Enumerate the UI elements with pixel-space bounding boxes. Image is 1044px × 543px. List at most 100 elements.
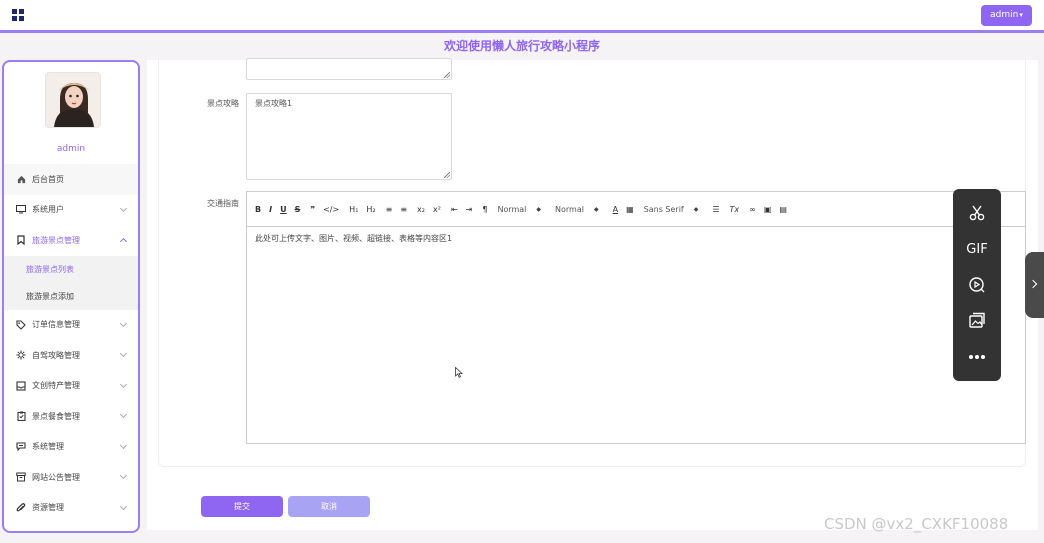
chevron-down-icon: [119, 349, 128, 358]
sun-icon: [16, 350, 26, 360]
cancel-button[interactable]: 取消: [288, 496, 370, 517]
menu-grid-icon[interactable]: [12, 9, 24, 21]
sidebar-item-driving-guides[interactable]: 自驾攻略管理: [4, 340, 138, 371]
watermark: CSDN @vx2_CXKF10088: [824, 515, 1009, 533]
sidebar-item-orders[interactable]: 订单信息管理: [4, 310, 138, 341]
sidebar-item-label: 景点餐食管理: [32, 411, 80, 421]
size-select[interactable]: Normal ◆: [497, 205, 541, 214]
archive-icon: [16, 472, 26, 482]
strike-button[interactable]: S: [295, 205, 301, 214]
inbox-icon: [16, 381, 26, 391]
ordered-list-icon[interactable]: ≡: [386, 205, 393, 214]
sidebar-nav: 后台首页 系统用户 旅游景点管理 旅游景点列表 旅游景点添加 订单信息管理 自驾…: [4, 164, 138, 523]
sidebar-subitem-label: 旅游景点添加: [26, 291, 74, 301]
side-expand-tab[interactable]: [1025, 252, 1044, 318]
sidebar-item-label: 自驾攻略管理: [32, 350, 80, 360]
size-select-value: Normal: [497, 204, 527, 214]
sidebar-item-label: 旅游景点管理: [32, 235, 80, 245]
sidebar-subitem-spot-list[interactable]: 旅游景点列表: [4, 255, 138, 283]
caret-down-icon: ▾: [1019, 11, 1023, 19]
rich-text-editor: B I U S ❞ </> H₁ H₂ ≡ ≡ x₂ x² ⇤ ⇥ ¶ Norm…: [246, 191, 1026, 444]
background-color-icon[interactable]: ▦: [626, 205, 634, 214]
chevron-down-icon: [119, 319, 128, 327]
subscript-button[interactable]: x₂: [417, 205, 425, 214]
tag-icon: [16, 320, 26, 330]
italic-button[interactable]: I: [269, 205, 272, 214]
long-screenshot-icon[interactable]: [953, 303, 1001, 339]
clean-format-button[interactable]: Tx: [730, 205, 740, 214]
sidebar-item-label: 文创特产管理: [32, 381, 80, 391]
submit-button[interactable]: 提交: [201, 496, 283, 517]
sidebar-item-system-admin[interactable]: 系统管理: [4, 432, 138, 463]
sidebar-item-home[interactable]: 后台首页: [4, 164, 138, 195]
top-bar: admin▾: [0, 0, 1044, 30]
font-select-value: Sans Serif: [643, 204, 684, 214]
chevron-up-icon: [119, 237, 128, 246]
sidebar-item-products[interactable]: 文创特产管理: [4, 371, 138, 402]
message-icon: [16, 442, 26, 452]
sidebar-item-announcements[interactable]: 网站公告管理: [4, 462, 138, 493]
chevron-down-icon: [119, 380, 128, 388]
resize-handle-icon[interactable]: [444, 172, 450, 178]
editor-placeholder: 此处可上传文字、图片、视频、超链接、表格等内容区1: [255, 234, 453, 243]
guide-label: 景点攻略: [207, 99, 239, 108]
scissors-icon[interactable]: [953, 195, 1001, 231]
sidebar-item-system-users[interactable]: 系统用户: [4, 195, 138, 226]
align-icon[interactable]: ☰: [712, 205, 719, 214]
chevron-down-icon: [119, 502, 128, 510]
image-icon[interactable]: ▣: [764, 205, 772, 214]
top-bar-divider: [0, 30, 1044, 33]
clipboard-icon: [16, 411, 26, 422]
chevron-down-icon: [119, 441, 128, 449]
resize-handle-icon[interactable]: [444, 72, 450, 78]
admin-dropdown-button[interactable]: admin▾: [981, 5, 1032, 26]
outdent-icon[interactable]: ⇤: [451, 205, 458, 214]
sidebar-item-resources[interactable]: 资源管理: [4, 493, 138, 524]
sidebar: admin 后台首页 系统用户 旅游景点管理 旅游景点列表 旅游景点添加 订单信…: [2, 60, 140, 533]
select-arrow-icon: ◆: [593, 205, 599, 213]
floating-toolbar: GIF: [953, 189, 1001, 381]
previous-textarea[interactable]: [246, 58, 452, 80]
video-icon[interactable]: ▤: [779, 205, 787, 214]
header1-button[interactable]: H₁: [349, 205, 358, 214]
guide-textarea[interactable]: 景点攻略1: [246, 93, 452, 180]
sidebar-subitem-spot-add[interactable]: 旅游景点添加: [4, 282, 138, 310]
gif-button[interactable]: GIF: [953, 231, 1001, 267]
indent-icon[interactable]: ⇥: [466, 205, 473, 214]
sidebar-item-label: 网站公告管理: [32, 472, 80, 482]
superscript-button[interactable]: x²: [433, 205, 441, 214]
sidebar-item-label: 订单信息管理: [32, 320, 80, 330]
monitor-icon: [16, 205, 26, 215]
header-select[interactable]: Normal ◆: [555, 205, 599, 214]
code-button[interactable]: </>: [323, 205, 339, 214]
select-arrow-icon: ◆: [693, 205, 699, 213]
more-icon[interactable]: [953, 339, 1001, 375]
chevron-down-icon: [119, 471, 128, 480]
bullet-list-icon[interactable]: ≡: [400, 205, 407, 214]
paperclip-icon: [16, 502, 26, 513]
sidebar-item-meals[interactable]: 景点餐食管理: [4, 401, 138, 432]
font-select[interactable]: Sans Serif ◆: [644, 205, 699, 214]
screen-record-icon[interactable]: [953, 267, 1001, 303]
avatar[interactable]: [45, 72, 101, 128]
select-arrow-icon: ◆: [536, 205, 542, 213]
text-color-icon[interactable]: A: [613, 205, 618, 214]
header2-button[interactable]: H₂: [366, 205, 375, 214]
editor-content[interactable]: 此处可上传文字、图片、视频、超链接、表格等内容区1: [247, 227, 1025, 250]
blockquote-button[interactable]: ❞: [310, 205, 315, 214]
bold-button[interactable]: B: [255, 205, 261, 214]
traffic-label: 交通指南: [207, 199, 239, 208]
editor-toolbar: B I U S ❞ </> H₁ H₂ ≡ ≡ x₂ x² ⇤ ⇥ ¶ Norm…: [247, 192, 1025, 227]
chevron-right-icon: [1028, 279, 1038, 289]
mouse-cursor-icon: [455, 363, 464, 382]
header-select-value: Normal: [555, 204, 584, 214]
sidebar-item-scenic-spots[interactable]: 旅游景点管理: [4, 225, 138, 256]
sidebar-item-label: 后台首页: [32, 174, 64, 184]
underline-button[interactable]: U: [280, 205, 287, 214]
sidebar-subitem-label: 旅游景点列表: [26, 264, 74, 274]
sidebar-item-label: 系统管理: [32, 442, 64, 452]
link-icon[interactable]: ∞: [749, 205, 756, 214]
guide-textarea-value: 景点攻略1: [255, 99, 293, 108]
text-direction-icon[interactable]: ¶: [482, 205, 487, 214]
sidebar-item-label: 资源管理: [32, 503, 64, 513]
